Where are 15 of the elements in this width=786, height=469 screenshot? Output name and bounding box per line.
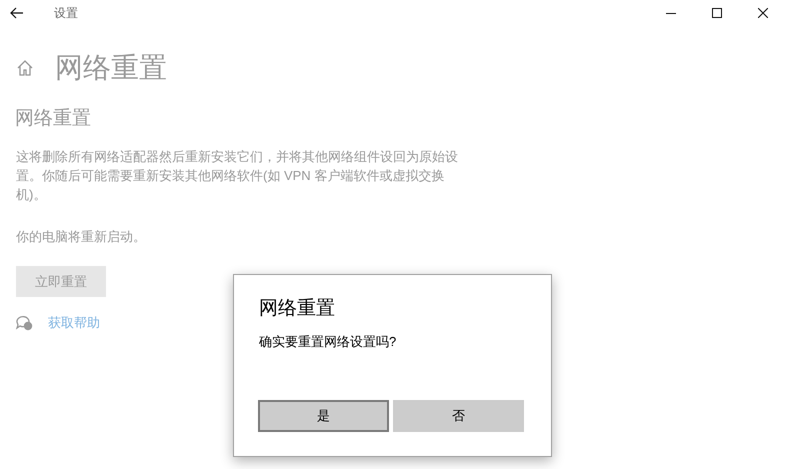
description-text: 这将删除所有网络适配器然后重新安装它们，并将其他网络组件设回为原始设置。你随后可能需要重新安装其他网络软件(如 VPN 客户端软件或虚拟交换机)。 <box>16 148 459 204</box>
dialog-message: 确实要重置网络设置吗? <box>259 333 396 351</box>
restart-note: 你的电脑将重新启动。 <box>16 228 146 246</box>
minimize-icon <box>666 12 676 14</box>
page-title: 网络重置 <box>55 51 167 85</box>
chat-help-icon <box>16 314 33 331</box>
home-icon <box>16 59 34 77</box>
dialog-button[interactable]: 是 <box>258 400 389 432</box>
close-icon <box>758 8 768 18</box>
back-arrow-icon <box>10 7 24 19</box>
dialog-title: 网络重置 <box>259 297 335 321</box>
dialog-button[interactable]: 否 <box>393 400 524 432</box>
section-title: 网络重置 <box>15 107 91 131</box>
maximize-icon <box>712 8 722 18</box>
window-title: 设置 <box>54 5 78 22</box>
